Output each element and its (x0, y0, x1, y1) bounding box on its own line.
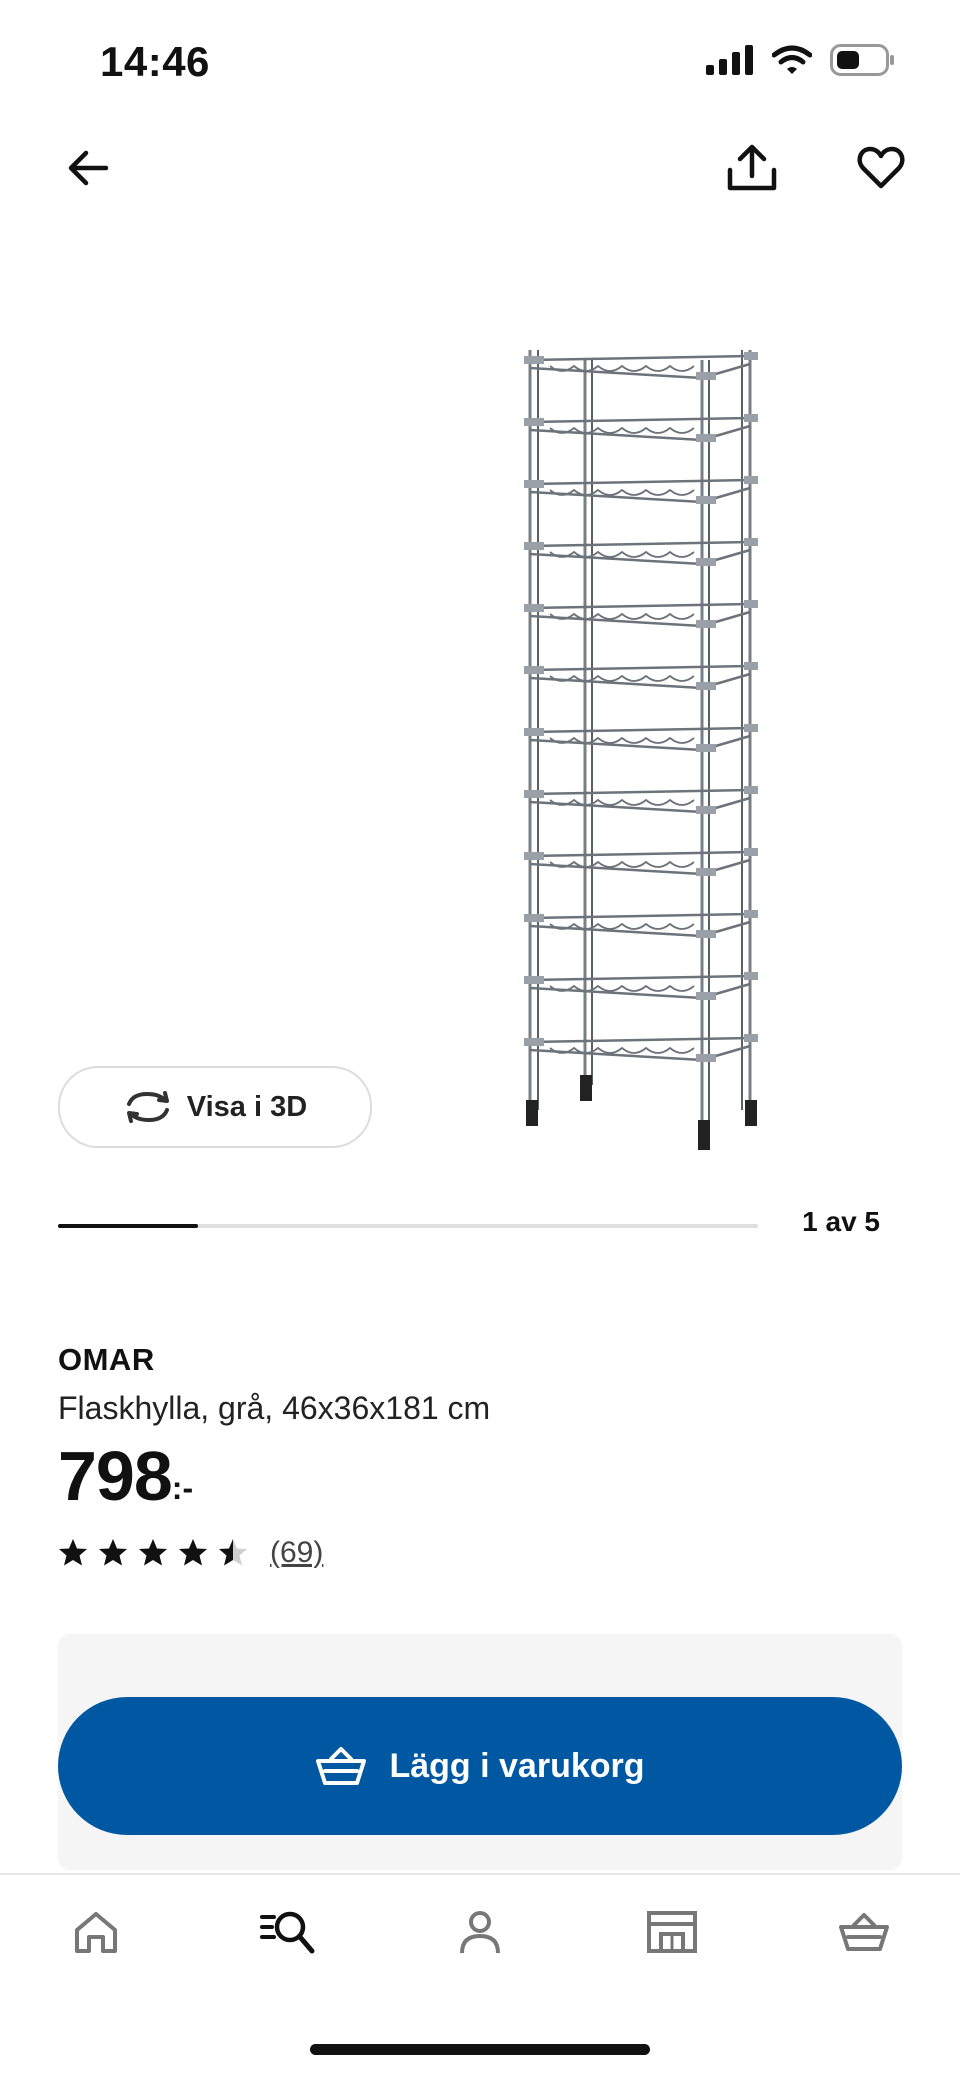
heart-icon (857, 146, 905, 189)
gallery-progress-fill (58, 1224, 198, 1228)
bottom-navigation (0, 1892, 960, 1972)
product-price: 798 :- (58, 1440, 193, 1512)
status-time: 14:46 (100, 38, 210, 85)
star-icon (219, 1539, 247, 1566)
home-icon (75, 1912, 117, 1953)
battery-icon (830, 44, 894, 76)
nav-basket[interactable] (804, 1911, 924, 1953)
gallery-progress-track[interactable] (58, 1224, 758, 1228)
arrow-left-icon (68, 150, 109, 186)
star-icon (179, 1539, 207, 1566)
share-button[interactable] (716, 132, 788, 204)
view-in-3d-button[interactable]: Visa i 3D (58, 1066, 372, 1148)
back-button[interactable] (52, 132, 124, 204)
nav-home[interactable] (36, 1910, 156, 1954)
star-icon (59, 1539, 87, 1566)
bottom-nav-divider (0, 1873, 960, 1875)
profile-icon (460, 1911, 500, 1954)
product-image (524, 350, 758, 1150)
basket-icon (839, 1913, 889, 1951)
nav-profile[interactable] (420, 1909, 540, 1955)
status-icons (706, 44, 896, 76)
nav-store[interactable] (612, 1910, 732, 1954)
basket-icon (316, 1747, 367, 1785)
favorite-button[interactable] (845, 132, 917, 204)
nav-search[interactable] (228, 1909, 348, 1955)
share-icon (727, 144, 777, 191)
star-icon (139, 1539, 167, 1566)
rotate-3d-icon (126, 1091, 169, 1123)
star-icon (99, 1539, 127, 1566)
search-icon (260, 1911, 315, 1954)
price-integer: 798 (58, 1437, 173, 1515)
store-icon (647, 1911, 697, 1953)
review-count-link[interactable]: (69) (270, 1536, 323, 1570)
home-indicator (310, 2044, 650, 2055)
signal-icon (706, 45, 753, 75)
product-rating[interactable]: (69) (58, 1536, 323, 1570)
view-in-3d-label: Visa i 3D (186, 1090, 308, 1123)
gallery-page-indicator: 1 av 5 (802, 1206, 880, 1237)
add-to-cart-label: Lägg i varukorg (389, 1746, 645, 1785)
product-description: Flaskhylla, grå, 46x36x181 cm (58, 1390, 491, 1426)
rating-stars (58, 1538, 248, 1568)
product-name: OMAR (58, 1342, 155, 1377)
wifi-icon (772, 45, 812, 74)
price-suffix: :- (171, 1470, 194, 1506)
add-to-cart-button[interactable]: Lägg i varukorg (58, 1697, 902, 1835)
